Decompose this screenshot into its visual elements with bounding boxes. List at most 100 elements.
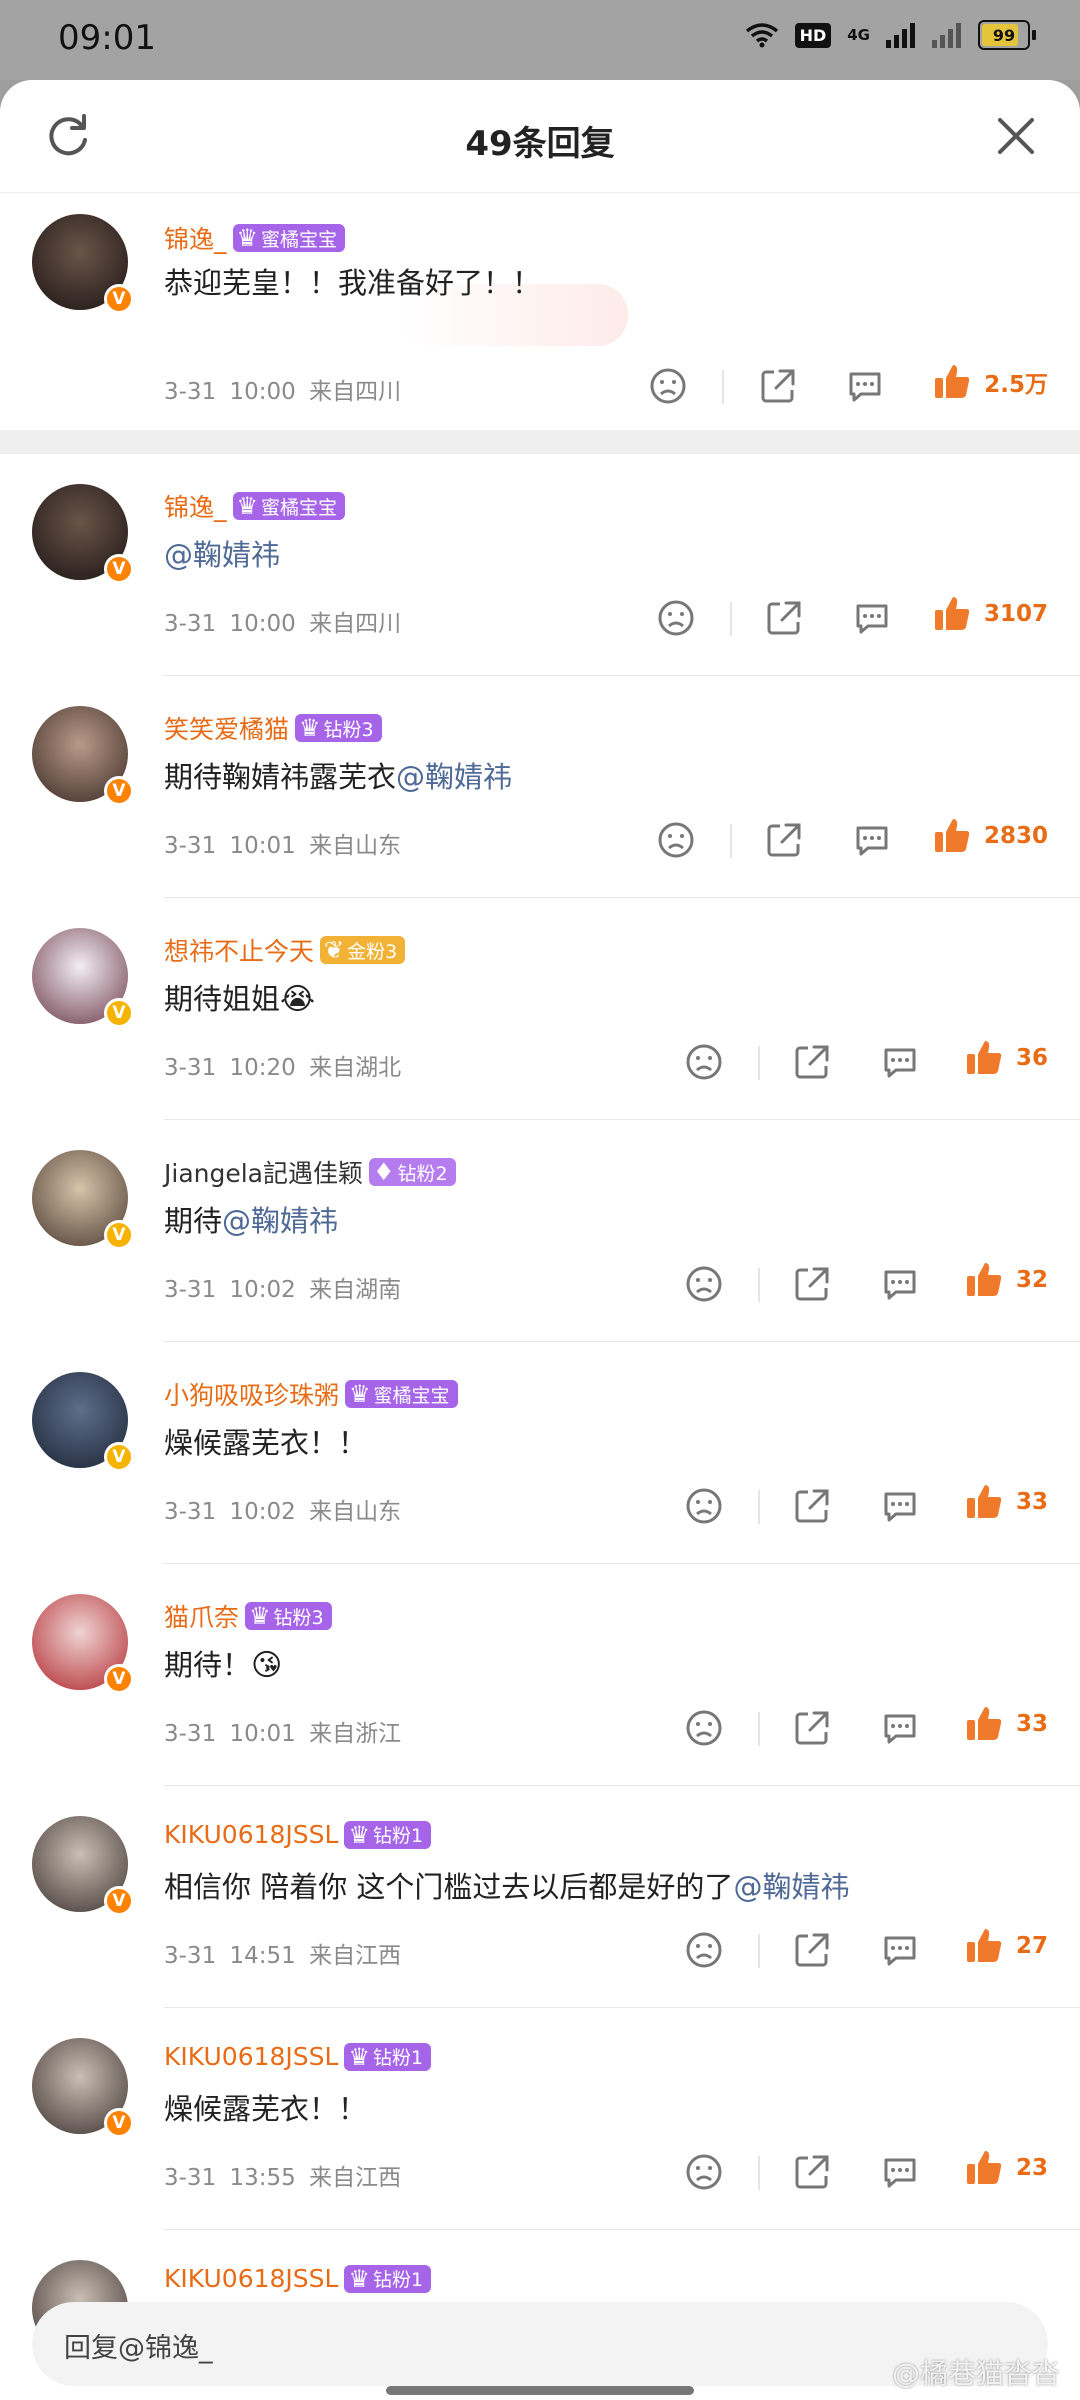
badge-icon: ❦ (324, 936, 345, 964)
dislike-icon[interactable] (684, 1930, 724, 1970)
share-icon[interactable] (792, 1486, 832, 1526)
user-name[interactable]: 小狗吸吸珍珠粥 (164, 1376, 339, 1412)
dislike-icon[interactable] (656, 820, 696, 860)
action-separator (730, 824, 732, 858)
avatar[interactable]: V (32, 1150, 134, 1250)
name-row: KIKU0618JSSL ♛ 钻粉1 (164, 1820, 432, 1849)
wifi-icon (745, 23, 778, 48)
like-count: 33 (1015, 1711, 1048, 1737)
badge-icon: ♛ (249, 1602, 271, 1630)
like-icon[interactable] (964, 1704, 1004, 1744)
like-button[interactable]: 2830 (932, 816, 1048, 856)
share-icon[interactable] (764, 820, 804, 860)
user-name[interactable]: KIKU0618JSSL (164, 2264, 338, 2293)
comment-icon[interactable] (880, 1486, 920, 1526)
mention-link[interactable]: @鞠婧祎 (733, 1870, 849, 1904)
like-button[interactable]: 2.5万 (932, 362, 1048, 402)
like-count: 32 (1015, 1267, 1048, 1293)
comment-icon[interactable] (880, 2152, 920, 2192)
badge-icon: ♛ (299, 714, 321, 742)
avatar[interactable]: V (32, 1816, 134, 1916)
like-icon[interactable] (964, 1260, 1004, 1300)
user-name[interactable]: 笑笑爱橘猫 (164, 710, 289, 746)
user-name[interactable]: Jiangela記遇佳颖 (164, 1154, 363, 1190)
dislike-icon[interactable] (684, 1486, 724, 1526)
share-icon[interactable] (792, 1264, 832, 1304)
fan-badge: ♛ 钻粉1 (344, 2042, 432, 2071)
reply-item[interactable]: V 小狗吸吸珍珠粥 ♛ 蜜橘宝宝 燥候露芜衣！！ 3-31 10:02 来自山东 33 (0, 1342, 1080, 1564)
dislike-icon[interactable] (684, 2152, 724, 2192)
user-name[interactable]: 锦逸_ (164, 220, 227, 256)
emoji: 😭 (280, 982, 316, 1017)
fan-badge: ♛ 蜜橘宝宝 (345, 1380, 458, 1408)
verified-icon: V (104, 1886, 134, 1916)
share-icon[interactable] (758, 366, 798, 406)
comment-icon[interactable] (852, 598, 892, 638)
comment-icon[interactable] (880, 1264, 920, 1304)
like-button[interactable]: 23 (964, 2148, 1048, 2188)
like-button[interactable]: 27 (964, 1926, 1048, 1966)
name-row: KIKU0618JSSL ♛ 钻粉1 (164, 2264, 432, 2293)
dislike-icon[interactable] (648, 366, 688, 406)
dislike-icon[interactable] (684, 1042, 724, 1082)
avatar[interactable]: V (32, 1372, 134, 1472)
comment-icon[interactable] (852, 820, 892, 860)
user-name[interactable]: KIKU0618JSSL (164, 2042, 338, 2071)
like-icon[interactable] (964, 1038, 1004, 1078)
action-separator (722, 370, 724, 404)
like-icon[interactable] (932, 362, 972, 402)
user-name[interactable]: 锦逸_ (164, 488, 227, 524)
share-icon[interactable] (792, 1042, 832, 1082)
like-icon[interactable] (932, 594, 972, 634)
comment-icon[interactable] (845, 366, 885, 406)
reply-item[interactable]: V 锦逸_ ♛ 蜜橘宝宝 @鞠婧祎 3-31 10:00 来自四川 3107 (0, 454, 1080, 676)
like-icon[interactable] (932, 816, 972, 856)
battery-level: 99 (992, 25, 1016, 45)
share-icon[interactable] (764, 598, 804, 638)
dislike-icon[interactable] (684, 1708, 724, 1748)
avatar[interactable]: V (32, 484, 134, 584)
like-button[interactable]: 36 (964, 1038, 1048, 1078)
reply-item[interactable]: V KIKU0618JSSL ♛ 钻粉1 相信你 陪着你 这个门槛过去以后都是好的了@鞠… (0, 1786, 1080, 2008)
reply-item[interactable]: V Jiangela記遇佳颖 ♦ 钻粉2 期待@鞠婧祎 3-31 10:02 来自湖南 3… (0, 1120, 1080, 1342)
share-icon[interactable] (792, 1930, 832, 1970)
action-separator (758, 1934, 760, 1968)
avatar[interactable]: V (32, 1594, 134, 1694)
comment-icon[interactable] (880, 1930, 920, 1970)
badge-icon: ♛ (348, 2264, 370, 2293)
user-name[interactable]: 猫爪奈 (164, 1598, 239, 1634)
reply-item[interactable]: V 想祎不止今天 ❦ 金粉3 期待姐姐😭 3-31 10:20 来自湖北 36 (0, 898, 1080, 1120)
comment-icon[interactable] (880, 1708, 920, 1748)
top-comment[interactable]: V 锦逸_ ♛ 蜜橘宝宝 恭迎芜皇！！我准备好了！！ (0, 192, 1080, 346)
mention-link[interactable]: @鞠婧祎 (222, 1204, 338, 1238)
close-icon[interactable] (994, 114, 1038, 158)
reply-item[interactable]: V 猫爪奈 ♛ 钻粉3 期待！😘 3-31 10:01 来自浙江 33 (0, 1564, 1080, 1786)
avatar[interactable]: V (32, 214, 134, 314)
user-name[interactable]: 想祎不止今天 (164, 932, 314, 968)
like-icon[interactable] (964, 1482, 1004, 1522)
avatar[interactable]: V (32, 928, 134, 1028)
like-button[interactable]: 33 (964, 1704, 1048, 1744)
reply-item[interactable]: V KIKU0618JSSL ♛ 钻粉1 燥候露芜衣！！ 3-31 13:55 来自江西 … (0, 2008, 1080, 2230)
dislike-icon[interactable] (684, 1264, 724, 1304)
verified-icon: V (104, 998, 134, 1028)
avatar[interactable]: V (32, 706, 134, 806)
comment-icon[interactable] (880, 1042, 920, 1082)
like-icon[interactable] (964, 1926, 1004, 1966)
like-icon[interactable] (964, 2148, 1004, 2188)
share-icon[interactable] (792, 2152, 832, 2192)
avatar[interactable]: V (32, 2038, 134, 2138)
reply-item[interactable]: V 笑笑爱橘猫 ♛ 钻粉3 期待鞠婧祎露芜衣@鞠婧祎 3-31 10:01 来自山东 28… (0, 676, 1080, 898)
fan-badge: ♛ 蜜橘宝宝 (232, 224, 346, 252)
share-icon[interactable] (792, 1708, 832, 1748)
user-name[interactable]: KIKU0618JSSL (164, 1820, 338, 1849)
mention-link[interactable]: @鞠婧祎 (396, 760, 512, 794)
status-icons: HD 4G 99 (745, 20, 1036, 50)
like-button[interactable]: 32 (964, 1260, 1048, 1300)
like-count: 23 (1015, 2155, 1048, 2181)
dislike-icon[interactable] (656, 598, 696, 638)
like-button[interactable]: 3107 (932, 594, 1048, 634)
name-row: 猫爪奈 ♛ 钻粉3 (164, 1598, 332, 1634)
like-button[interactable]: 33 (964, 1482, 1048, 1522)
mention-link[interactable]: @鞠婧祎 (164, 538, 280, 572)
